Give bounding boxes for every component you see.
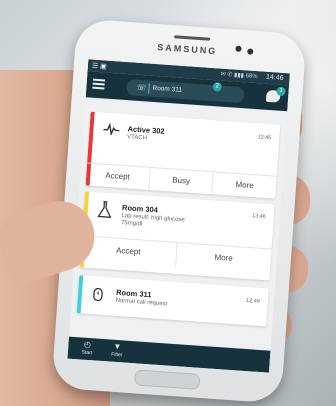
alert-card-room-304[interactable]: Room 304 Lab result: high glucose 75mg/d… (79, 191, 275, 281)
divider (148, 83, 150, 94)
card-actions: Accept More (80, 235, 272, 274)
camera-icon (235, 45, 242, 52)
status-time: 14:46 (265, 73, 284, 82)
nav-start-label: Start (81, 349, 93, 357)
nav-filter[interactable]: ▼ Filter (102, 341, 133, 359)
room-label: Room 311 (152, 84, 183, 94)
nav-start[interactable]: ◴ Start (72, 339, 103, 357)
phone-brand: SAMSUNG (157, 42, 218, 57)
busy-button[interactable]: Busy (149, 167, 215, 195)
alert-card-room-311[interactable]: Room 311 Normal call request 12:46 (76, 275, 269, 327)
phone: SAMSUNG ☰ ▣ ✉ ✆ ▮▮▮ 68% 14:46 ☏ Room 311… (51, 18, 307, 404)
notification-badge: 2 (212, 82, 223, 92)
call-icon: ☏ (136, 82, 147, 93)
more-button[interactable]: More (213, 172, 277, 198)
heartbeat-icon (103, 122, 120, 139)
accept-button[interactable]: Accept (85, 163, 151, 190)
bottom-nav: ◴ Start ▼ Filter (67, 336, 271, 373)
card-time: 12:46 (245, 297, 261, 305)
accept-button[interactable]: Accept (80, 236, 178, 267)
room-selector[interactable]: ☏ Room 311 2 (125, 79, 245, 104)
more-button[interactable]: More (176, 243, 272, 274)
card-time: 13:46 (251, 213, 266, 221)
card-subtitle: VTACH (126, 134, 148, 142)
status-icons: ✉ ✆ ▮▮▮ 68% (220, 71, 258, 81)
card-time: 12:46 (257, 134, 272, 142)
status-left: ☰ ▣ (91, 62, 107, 71)
card-subtitle-line2: 75mg/dl (120, 219, 143, 228)
menu-icon[interactable] (92, 78, 105, 90)
flask-icon (97, 200, 112, 222)
speaker (174, 35, 211, 41)
alert-card-active-302[interactable]: Active 302 VTACH 12:46 Accept Busy More (85, 111, 281, 199)
home-button[interactable] (133, 369, 201, 390)
card-subtitle: Normal call request (115, 297, 168, 308)
nav-filter-label: Filter (111, 351, 123, 359)
sensor-icon (247, 48, 254, 55)
screen: ☰ ▣ ✉ ✆ ▮▮▮ 68% 14:46 ☏ Room 311 2 1 Act… (67, 59, 290, 373)
chat-badge: 1 (276, 86, 286, 97)
priority-stripe (76, 275, 84, 314)
call-icon (91, 286, 104, 306)
